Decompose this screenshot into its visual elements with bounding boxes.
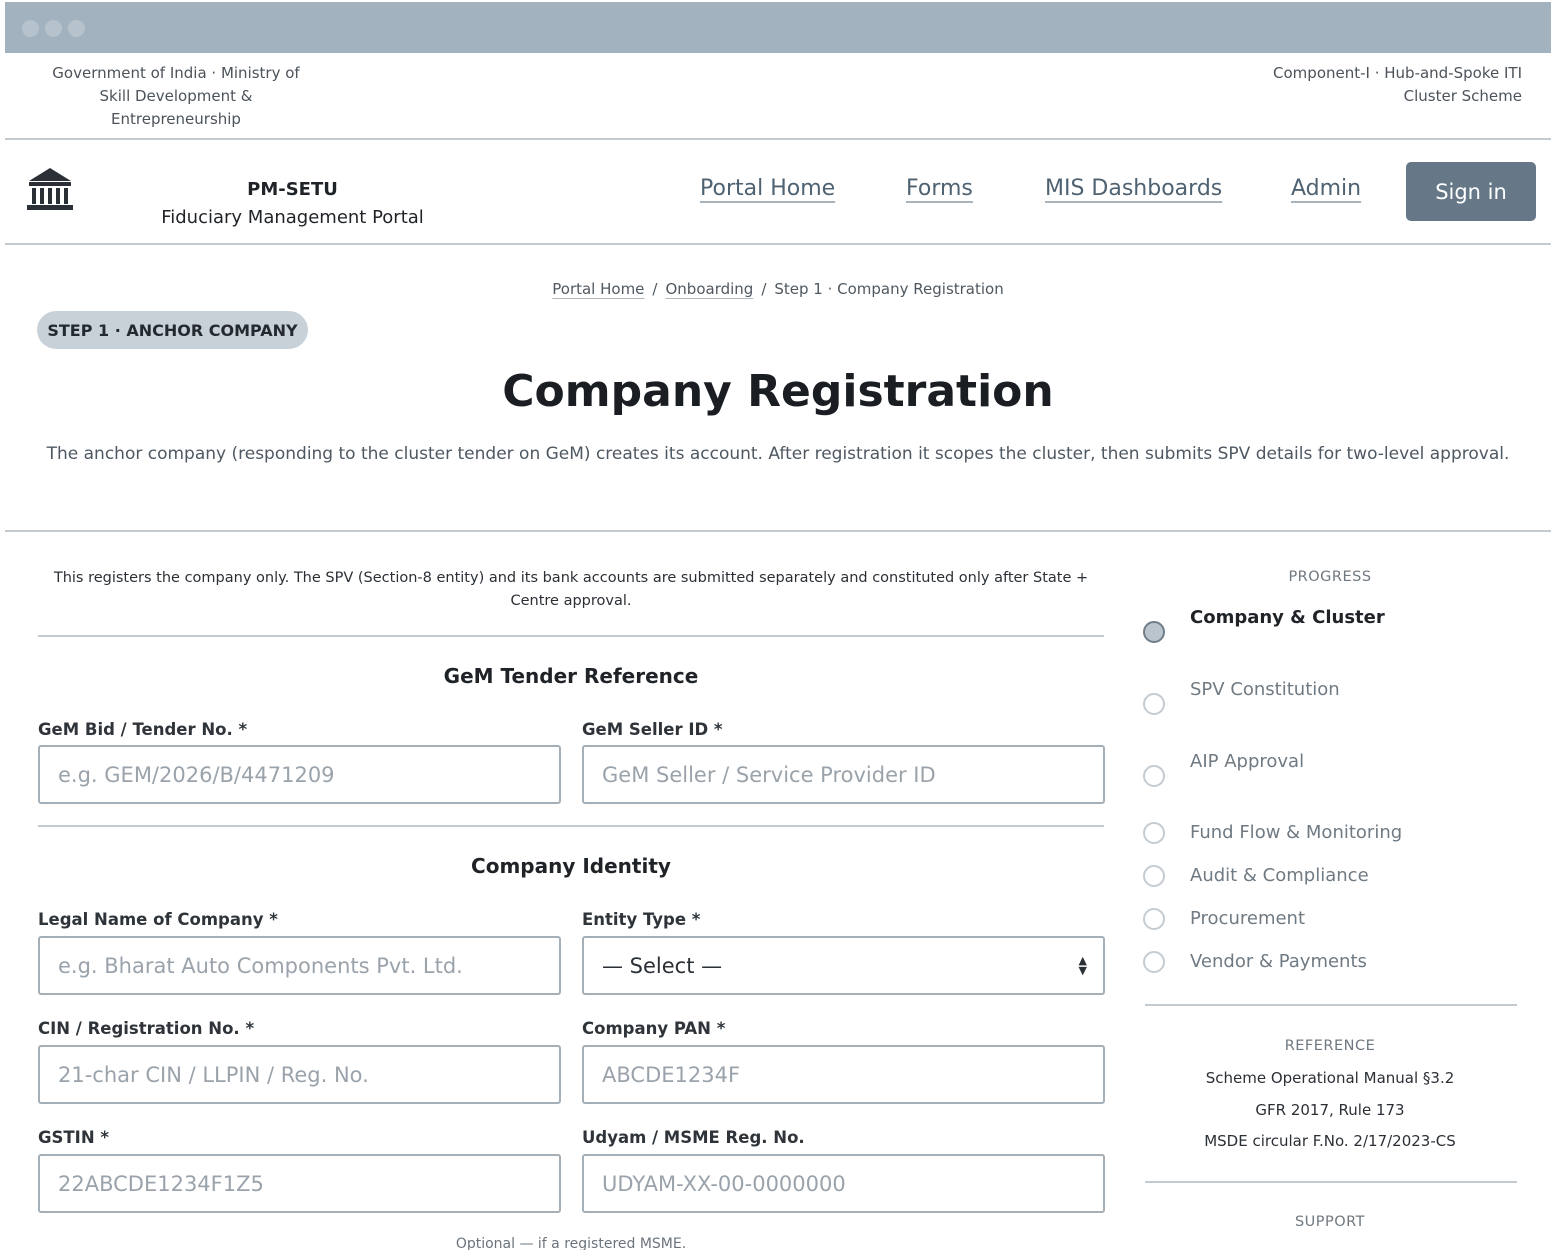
cin-input[interactable]: [38, 1045, 561, 1104]
legal-name-label: Legal Name of Company *: [38, 910, 278, 929]
window-dot-icon: [22, 20, 39, 37]
gem-bid-label: GeM Bid / Tender No. *: [38, 720, 248, 739]
select-arrows-icon: ▲ ▼: [1078, 954, 1087, 977]
content-divider: [5, 530, 1551, 532]
entity-type-select[interactable]: — Select — ▲ ▼: [582, 936, 1105, 995]
progress-step-label: Company & Cluster: [1190, 607, 1385, 628]
section-divider: [38, 825, 1104, 827]
udyam-hint: Optional — if a registered MSME.: [455, 1236, 687, 1250]
nav-forms[interactable]: Forms: [906, 176, 973, 201]
section-divider: [38, 635, 1104, 637]
gem-seller-input[interactable]: [582, 745, 1105, 804]
step-circle-icon: [1143, 693, 1165, 715]
gstin-label: GSTIN *: [38, 1128, 110, 1147]
progress-step-label: AIP Approval: [1190, 751, 1305, 772]
step-circle-icon: [1143, 765, 1165, 787]
gstin-input[interactable]: [38, 1154, 561, 1213]
reference-item: GFR 2017, Rule 173: [1255, 1101, 1405, 1119]
sign-in-button[interactable]: Sign in: [1406, 162, 1536, 221]
pan-label: Company PAN *: [582, 1019, 726, 1038]
progress-step-label: Audit & Compliance: [1190, 865, 1369, 886]
breadcrumb-current: Step 1 · Company Registration: [774, 280, 1004, 298]
step-badge: STEP 1 · ANCHOR COMPANY: [37, 311, 308, 349]
brand-subtitle: Fiduciary Management Portal: [161, 207, 424, 228]
nav-portal-home[interactable]: Portal Home: [700, 176, 835, 201]
page-title: Company Registration: [502, 366, 1054, 417]
section-title-identity: Company Identity: [471, 854, 671, 878]
progress-step-label: Procurement: [1190, 908, 1306, 929]
window-chrome: [5, 2, 1551, 53]
header-divider: [5, 138, 1551, 140]
step-circle-icon: [1143, 951, 1165, 973]
sidebar-divider: [1145, 1181, 1517, 1183]
progress-heading: PROGRESS: [1288, 569, 1372, 585]
progress-step-label: Vendor & Payments: [1190, 951, 1367, 972]
window-dot-icon: [45, 20, 62, 37]
legal-name-input[interactable]: [38, 936, 561, 995]
ministry-text: Government of India · Ministry of Skill …: [52, 64, 300, 128]
sidebar-divider: [1145, 1004, 1517, 1006]
step-circle-icon: [1143, 822, 1165, 844]
breadcrumb-portal-home[interactable]: Portal Home: [552, 280, 644, 298]
udyam-label: Udyam / MSME Reg. No.: [582, 1128, 805, 1147]
step-circle-icon: [1143, 621, 1165, 643]
udyam-input[interactable]: [582, 1154, 1105, 1213]
reference-item: MSDE circular F.No. 2/17/2023-CS: [1204, 1132, 1456, 1150]
registration-note: This registers the company only. The SPV…: [53, 570, 1089, 609]
breadcrumb-separator: /: [761, 280, 767, 298]
nav-admin[interactable]: Admin: [1291, 176, 1361, 201]
cin-label: CIN / Registration No. *: [38, 1019, 255, 1038]
gem-bid-input[interactable]: [38, 745, 561, 804]
pan-input[interactable]: [582, 1045, 1105, 1104]
nav-divider: [5, 243, 1551, 245]
breadcrumb-separator: /: [652, 280, 658, 298]
breadcrumb: Portal Home / Onboarding / Step 1 · Company …: [0, 280, 1556, 298]
progress-step-label: SPV Constitution: [1190, 679, 1340, 700]
step-circle-icon: [1143, 865, 1165, 887]
reference-heading: REFERENCE: [1284, 1038, 1376, 1054]
scheme-text: Component-I · Hub-and-Spoke ITI Cluster …: [1273, 64, 1522, 105]
section-title-gem: GeM Tender Reference: [443, 664, 699, 688]
brand-title: PM-SETU: [247, 179, 338, 200]
gem-seller-label: GeM Seller ID *: [582, 720, 723, 739]
window-dot-icon: [68, 20, 85, 37]
page-description: The anchor company (responding to the cl…: [46, 444, 1510, 464]
support-heading: SUPPORT: [1294, 1214, 1366, 1230]
institution-icon: [27, 168, 73, 210]
step-circle-icon: [1143, 908, 1165, 930]
entity-type-value: — Select —: [602, 953, 723, 978]
reference-item: Scheme Operational Manual §3.2: [1205, 1069, 1455, 1087]
breadcrumb-onboarding[interactable]: Onboarding: [665, 280, 753, 298]
progress-step-label: Fund Flow & Monitoring: [1190, 822, 1403, 843]
nav-mis-dashboards[interactable]: MIS Dashboards: [1045, 176, 1222, 201]
entity-type-label: Entity Type *: [582, 910, 701, 929]
